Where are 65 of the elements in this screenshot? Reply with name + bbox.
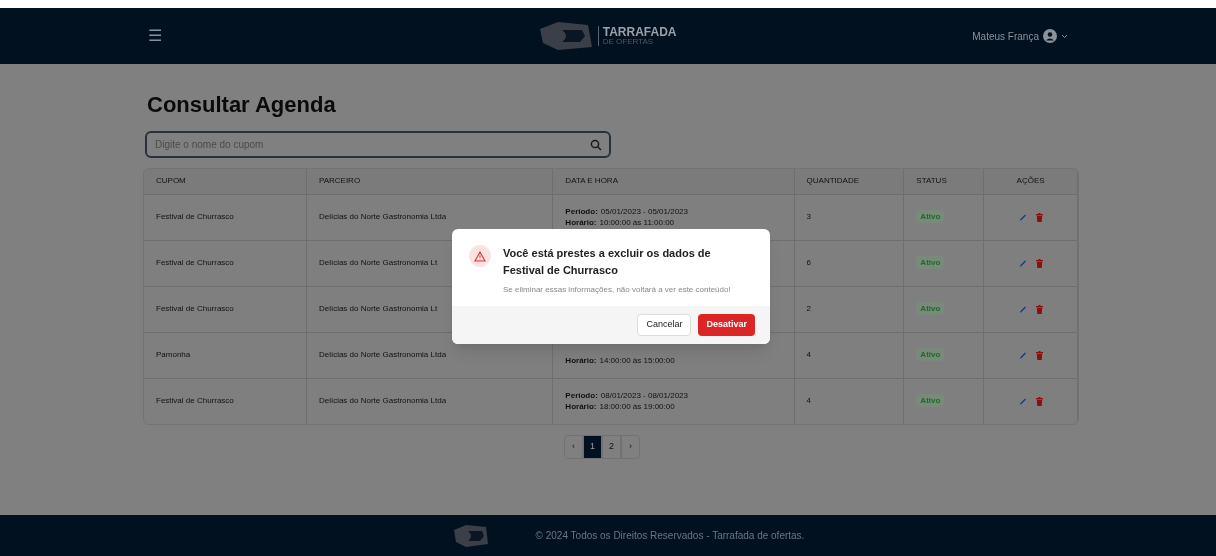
dialog-title: Você está prestes a excluir os dados de Festival de Churrasco <box>503 246 712 278</box>
field-label: Período: <box>565 390 598 402</box>
column-header: PARCEIRO <box>306 169 553 194</box>
column-header: CUPOM <box>144 169 307 194</box>
field-label: Horário: <box>565 355 597 366</box>
table-cell: Pamonha <box>156 350 191 359</box>
table-cell: 18:00:00 às 19:00:00 <box>599 401 675 413</box>
warning-icon <box>474 250 486 262</box>
table-cell: Delícias do Norte Gastronomia Lt <box>318 258 438 267</box>
table-cell: 6 <box>806 258 811 267</box>
pencil-icon[interactable] <box>1018 212 1027 222</box>
table-cell: Festival de Churrasco <box>156 258 234 267</box>
status-badge: Ativo <box>916 256 945 269</box>
trash-icon[interactable] <box>1035 350 1043 360</box>
status-badge: Ativo <box>916 210 945 223</box>
copyright-text: © 2024 Todos os Direitos Reservados - Tarrafada de ofertas. <box>535 529 805 543</box>
column-header: STATUS <box>903 169 984 194</box>
trash-icon[interactable] <box>1035 212 1043 222</box>
field-label: Período: <box>565 206 598 217</box>
field-label: Horário: <box>565 401 597 413</box>
brand-tagline: DE OFERTAS <box>602 38 655 46</box>
table-cell: Festival de Churrasco <box>156 396 234 406</box>
field-label: Horário: <box>565 217 597 228</box>
user-menu[interactable]: Mateus França <box>972 28 1068 44</box>
table-cell: 3 <box>806 212 811 221</box>
table-cell: Festival de Churrasco <box>156 304 234 313</box>
column-header: QUANTIDADE <box>794 169 904 194</box>
pencil-icon[interactable] <box>1018 258 1027 268</box>
logo-icon <box>451 523 490 548</box>
cancel-button[interactable]: Cancelar <box>637 314 692 336</box>
table-cell: Delícias do Norte Gastronomia Ltda <box>318 396 447 406</box>
trash-icon[interactable] <box>1035 396 1043 406</box>
pencil-icon[interactable] <box>1018 304 1027 314</box>
table-cell: 2 <box>806 304 811 313</box>
trash-icon[interactable] <box>1035 258 1043 268</box>
brand-name: TARRAFADA <box>602 26 677 38</box>
table-cell: 08/01/2023 - 08/01/2023 <box>600 390 688 402</box>
table-cell: 4 <box>806 396 811 406</box>
logo-icon <box>537 21 594 51</box>
table-cell: Delícias do Norte Gastronomia Ltda <box>318 212 447 221</box>
pencil-icon[interactable] <box>1018 350 1027 360</box>
table-cell: Delícias do Norte Gastronomia Lt <box>318 304 438 313</box>
table-cell: 14:00:00 às 15:00:00 <box>599 355 675 366</box>
table-cell: Delícias do Norte Gastronomia Ltda <box>318 350 447 359</box>
next-page-button[interactable]: › <box>621 435 640 459</box>
table-cell: 10:00:00 às 11:00:00 <box>599 217 675 228</box>
pencil-icon[interactable] <box>1018 396 1027 406</box>
page-button[interactable]: 2 <box>602 435 621 459</box>
user-icon <box>1043 29 1057 43</box>
deactivate-button[interactable]: Desativar <box>698 314 755 336</box>
table-cell: 4 <box>806 350 811 359</box>
page-button[interactable]: 1 <box>583 435 602 459</box>
status-badge: Ativo <box>916 394 945 408</box>
status-badge: Ativo <box>916 302 945 315</box>
column-header: AÇÕES <box>983 169 1078 194</box>
table-cell: 05/01/2023 - 05/01/2023 <box>600 206 688 217</box>
page-title: Consultar Agenda <box>147 91 337 119</box>
menu-icon[interactable]: ☰ <box>148 24 162 48</box>
trash-icon[interactable] <box>1035 304 1043 314</box>
dialog-message: Se eliminar essas informações, não voltará a ver este conteúdo! <box>503 284 732 296</box>
chevron-down-icon <box>1061 33 1068 39</box>
status-badge: Ativo <box>916 348 945 361</box>
column-header: DATA E HORA <box>552 169 795 194</box>
search-icon[interactable] <box>590 139 602 151</box>
table-cell: Festival de Churrasco <box>156 212 234 221</box>
